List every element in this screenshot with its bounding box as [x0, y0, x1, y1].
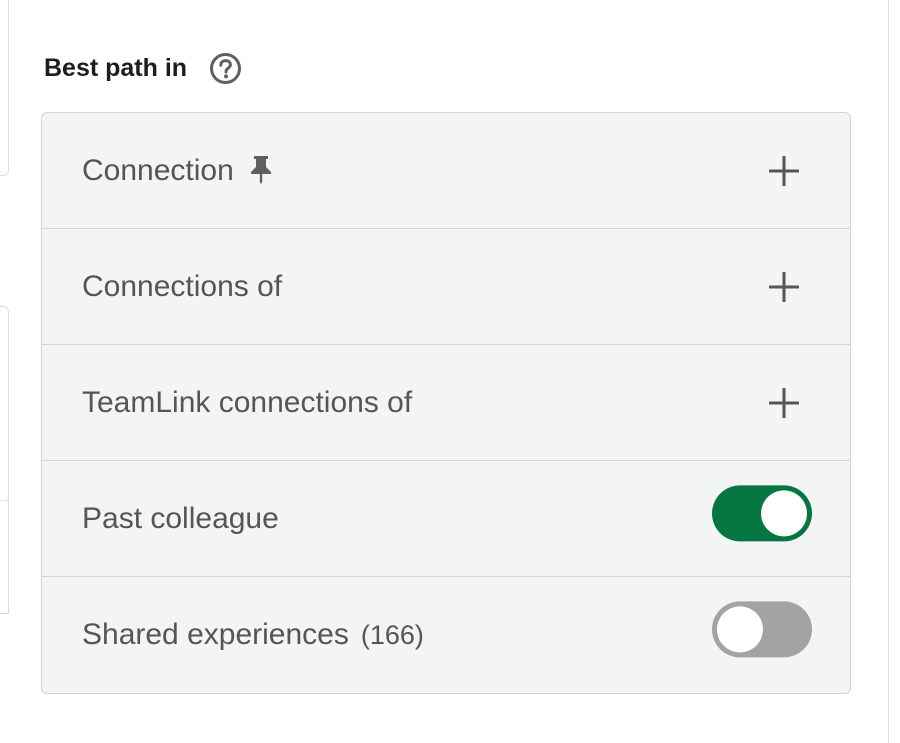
question-circle-icon[interactable]	[209, 52, 242, 85]
filter-label-wrapper: TeamLink connections of	[82, 386, 412, 420]
filter-label: TeamLink connections of	[82, 385, 413, 419]
page: Best path in Connection Connections of T…	[0, 0, 900, 743]
shared-experiences-toggle[interactable]	[712, 601, 812, 658]
filter-list: Connection Connections of TeamLink conne…	[41, 112, 851, 694]
filter-count: (166)	[360, 619, 424, 650]
past-colleague-toggle[interactable]	[712, 484, 812, 541]
section-header: Best path in	[44, 48, 242, 88]
filter-label-wrapper: Connection	[82, 154, 274, 188]
adjacent-panel-edge	[0, 0, 9, 176]
add-teamlink-connections-button[interactable]	[764, 383, 804, 423]
filter-row-shared-experiences: Shared experiences (166)	[42, 577, 850, 693]
toggle-knob	[761, 489, 807, 536]
filter-row-teamlink-connections-of[interactable]: TeamLink connections of	[42, 345, 850, 461]
panel-right-border	[888, 0, 900, 743]
filter-row-past-colleague: Past colleague	[42, 461, 850, 577]
filter-label-wrapper: Connections of	[82, 270, 282, 304]
pin-icon	[248, 154, 274, 184]
filter-label: Past colleague	[82, 501, 279, 535]
adjacent-panel-edge	[0, 500, 9, 614]
filter-label-wrapper: Past colleague	[82, 502, 279, 536]
filter-label: Shared experiences	[82, 618, 349, 651]
add-connections-of-button[interactable]	[764, 267, 804, 307]
filter-label-wrapper: Shared experiences (166)	[82, 618, 424, 652]
toggle-knob	[717, 606, 763, 653]
filter-label: Connections of	[82, 269, 283, 303]
filter-row-connections-of[interactable]: Connections of	[42, 229, 850, 345]
adjacent-panel-edge	[0, 306, 9, 503]
filter-row-connection[interactable]: Connection	[42, 113, 850, 229]
add-connection-button[interactable]	[764, 151, 804, 191]
filter-label: Connection	[82, 153, 234, 187]
section-title: Best path in	[44, 53, 188, 82]
